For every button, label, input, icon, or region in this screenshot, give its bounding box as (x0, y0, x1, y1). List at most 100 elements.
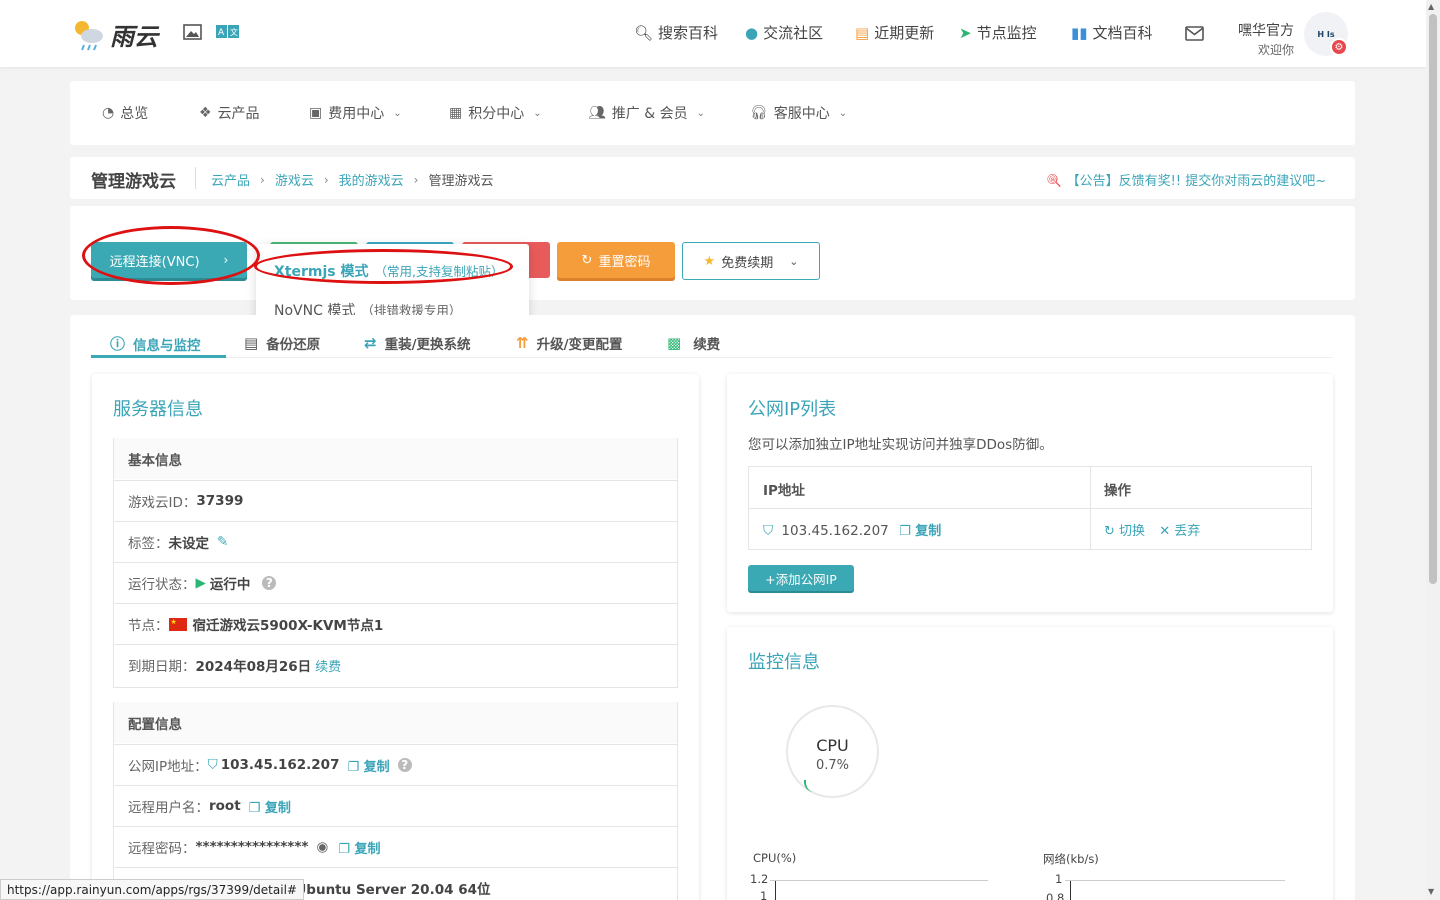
net-chart-tick: 1 (1055, 872, 1063, 886)
basic-info-head: 基本信息 (114, 438, 677, 479)
breadcrumb-cloud-products[interactable]: 云产品 (211, 170, 250, 189)
logo[interactable]: 雨云 (70, 16, 158, 52)
tab-backup[interactable]: ▤ 备份还原 (244, 333, 320, 353)
headset-icon: 🎧︎ (750, 105, 768, 121)
shield-icon: ⛉ (763, 523, 774, 539)
info-icon: ⓘ (110, 335, 126, 353)
menu-overview[interactable]: ◔ 总览 (102, 103, 148, 123)
tab-upgrade[interactable]: ⇈ 升级/变更配置 (516, 333, 623, 353)
announcement-link[interactable]: 🍭︎ 【公告】反馈有奖!! 提交你对雨云的建议吧~ (1046, 170, 1326, 189)
help-icon[interactable]: ? (262, 576, 277, 590)
copy-icon: ❐ (899, 524, 911, 539)
free-renew-button[interactable]: ★ 免费续期 ⌄ (682, 242, 820, 280)
menu-billing[interactable]: ▣ 费用中心 ⌄ (309, 103, 402, 123)
col-op-header: 操作 (1104, 483, 1131, 499)
copy-icon: ❐ (347, 759, 360, 775)
breadcrumb-current: 管理游戏云 (428, 174, 494, 189)
status-row: 运行状态： ▶ 运行中 ? (114, 562, 677, 603)
ip-list-title: 公网IP列表 (748, 399, 837, 420)
add-public-ip-button[interactable]: +添加公网IP (748, 565, 854, 591)
copy-ip-button[interactable]: ❐ 复制 (347, 756, 389, 775)
public-ip-row: 公网IP地址： ⛉ 103.45.162.207 ❐ 复制 ? (114, 744, 677, 785)
tab-info-monitor[interactable]: ⓘ 信息与监控 (110, 333, 201, 354)
svg-text:A: A (218, 28, 225, 38)
upgrade-icon: ⇈ (516, 334, 529, 352)
scroll-down-icon[interactable]: ▼ (1428, 887, 1434, 896)
breadcrumb: 云产品 › 游戏云 › 我的游戏云 › 管理游戏云 (211, 170, 494, 190)
basic-info-table: 基本信息 游戏云ID： 37399 标签： 未设定 ✎ 运行状态： ▶ 运行中 ? … (113, 438, 678, 688)
edit-icon[interactable]: ✎ (217, 534, 228, 550)
renew-link[interactable]: 续费 (315, 656, 341, 675)
shield-icon: ⛉ (207, 757, 218, 773)
col-ip-header: IP地址 (763, 483, 805, 499)
mail-icon[interactable] (1185, 26, 1204, 45)
lollipop-icon: 🍭︎ (1046, 174, 1063, 189)
config-info-head: 配置信息 (114, 702, 677, 743)
translate-icon[interactable]: A文 (216, 24, 240, 43)
users-icon: 👥︎ (588, 105, 606, 121)
ip-cell: ⛉ 103.45.162.207 ❐ 复制 (763, 523, 942, 539)
search-icon: 🔍︎ (634, 23, 654, 42)
database-icon: ▤ (244, 334, 259, 352)
cpu-gauge-value: 0.7% (815, 758, 850, 773)
chevron-right-icon: › (413, 172, 419, 187)
money-icon: ▣ (309, 105, 323, 121)
svg-text:文: 文 (230, 27, 238, 37)
user-info[interactable]: 嘿华官方 欢迎你 (1236, 20, 1294, 58)
refresh-icon: ↻ (1104, 524, 1115, 539)
money-icon: ▩ (667, 334, 682, 352)
ip-list-desc: 您可以添加独立IP地址实现访问并独享DDos防御。 (748, 437, 1053, 453)
book-icon: ▮▮ (1071, 23, 1088, 42)
node-row: 节点： 宿迁游戏云5900X-KVM节点1 (114, 603, 677, 644)
highlight-annotation (254, 249, 513, 284)
breadcrumb-my-game-cloud[interactable]: 我的游戏云 (339, 170, 404, 189)
switch-ip-button[interactable]: ↻ 切换 (1104, 524, 1145, 539)
gift-icon: ▦ (449, 105, 463, 121)
user-welcome: 欢迎你 (1257, 43, 1294, 57)
main-menu (70, 81, 1355, 145)
nav-community[interactable]: ● 交流社区 (745, 22, 823, 43)
nav-updates[interactable]: ▤ 近期更新 (855, 22, 934, 43)
game-cloud-id-row: 游戏云ID： 37399 (114, 480, 677, 521)
cpu-chart-tick: 1.2 (750, 872, 769, 886)
reset-password-button[interactable]: ↻ 重置密码 (557, 242, 675, 278)
help-icon[interactable]: ? (397, 758, 412, 772)
discard-ip-button[interactable]: ✕ 丢弃 (1159, 524, 1200, 539)
copy-user-button[interactable]: ❐ 复制 (249, 797, 291, 816)
menu-cloud-products[interactable]: ❖ 云产品 (199, 103, 260, 123)
monitor-title: 监控信息 (748, 652, 820, 673)
chevron-right-icon: › (260, 172, 265, 187)
eye-icon[interactable]: ◉ (316, 839, 328, 855)
image-icon[interactable] (183, 24, 202, 44)
net-chart-axis (1070, 880, 1071, 900)
expire-row: 到期日期： 2024年08月26日 续费 (114, 644, 677, 685)
weather-logo-icon (75, 21, 103, 51)
scroll-up-icon[interactable]: ▲ (1428, 2, 1434, 11)
active-tab-indicator (91, 355, 226, 358)
menu-points[interactable]: ▦ 积分中心 ⌄ (449, 103, 542, 123)
tab-renew[interactable]: ▩ 续费 (667, 333, 720, 353)
exchange-icon: ⇄ (364, 334, 377, 352)
dashboard-icon: ◔ (102, 105, 115, 121)
page-title: 管理游戏云 (91, 172, 176, 192)
tab-reinstall[interactable]: ⇄ 重装/更换系统 (364, 333, 471, 353)
ip-table: IP地址 操作 ⛉ 103.45.162.207 ❐ 复制 ↻ 切换 ✕ 丢弃 (748, 466, 1312, 550)
nav-node-monitor[interactable]: ➤ 节点监控 (959, 22, 1037, 43)
menu-promotion[interactable]: 👥︎ 推广 & 会员 ⌄ (588, 103, 705, 123)
news-icon: ▤ (855, 23, 870, 42)
copy-password-button[interactable]: ❐ 复制 (338, 838, 380, 857)
cpu-gauge-label: CPU (816, 736, 849, 755)
breadcrumb-game-cloud[interactable]: 游戏云 (275, 170, 314, 189)
divider (195, 167, 196, 189)
cubes-icon: ❖ (199, 105, 212, 121)
settings-badge-icon[interactable]: ⚙ (1330, 38, 1348, 56)
copy-ip-button[interactable]: ❐ 复制 (899, 524, 941, 539)
nav-search-wiki[interactable]: 🔍︎ 搜索百科 (634, 22, 718, 43)
config-info-table: 配置信息 公网IP地址： ⛉ 103.45.162.207 ❐ 复制 ? 远程用… (113, 702, 678, 900)
scrollbar-thumb[interactable] (1429, 14, 1437, 584)
user-name: 嘿华官方 (1238, 23, 1294, 39)
copy-icon: ❐ (248, 800, 261, 816)
menu-support[interactable]: 🎧︎ 客服中心 ⌄ (750, 103, 847, 123)
tag-row: 标签： 未设定 ✎ (114, 521, 677, 562)
nav-docs[interactable]: ▮▮ 文档百科 (1071, 22, 1153, 43)
